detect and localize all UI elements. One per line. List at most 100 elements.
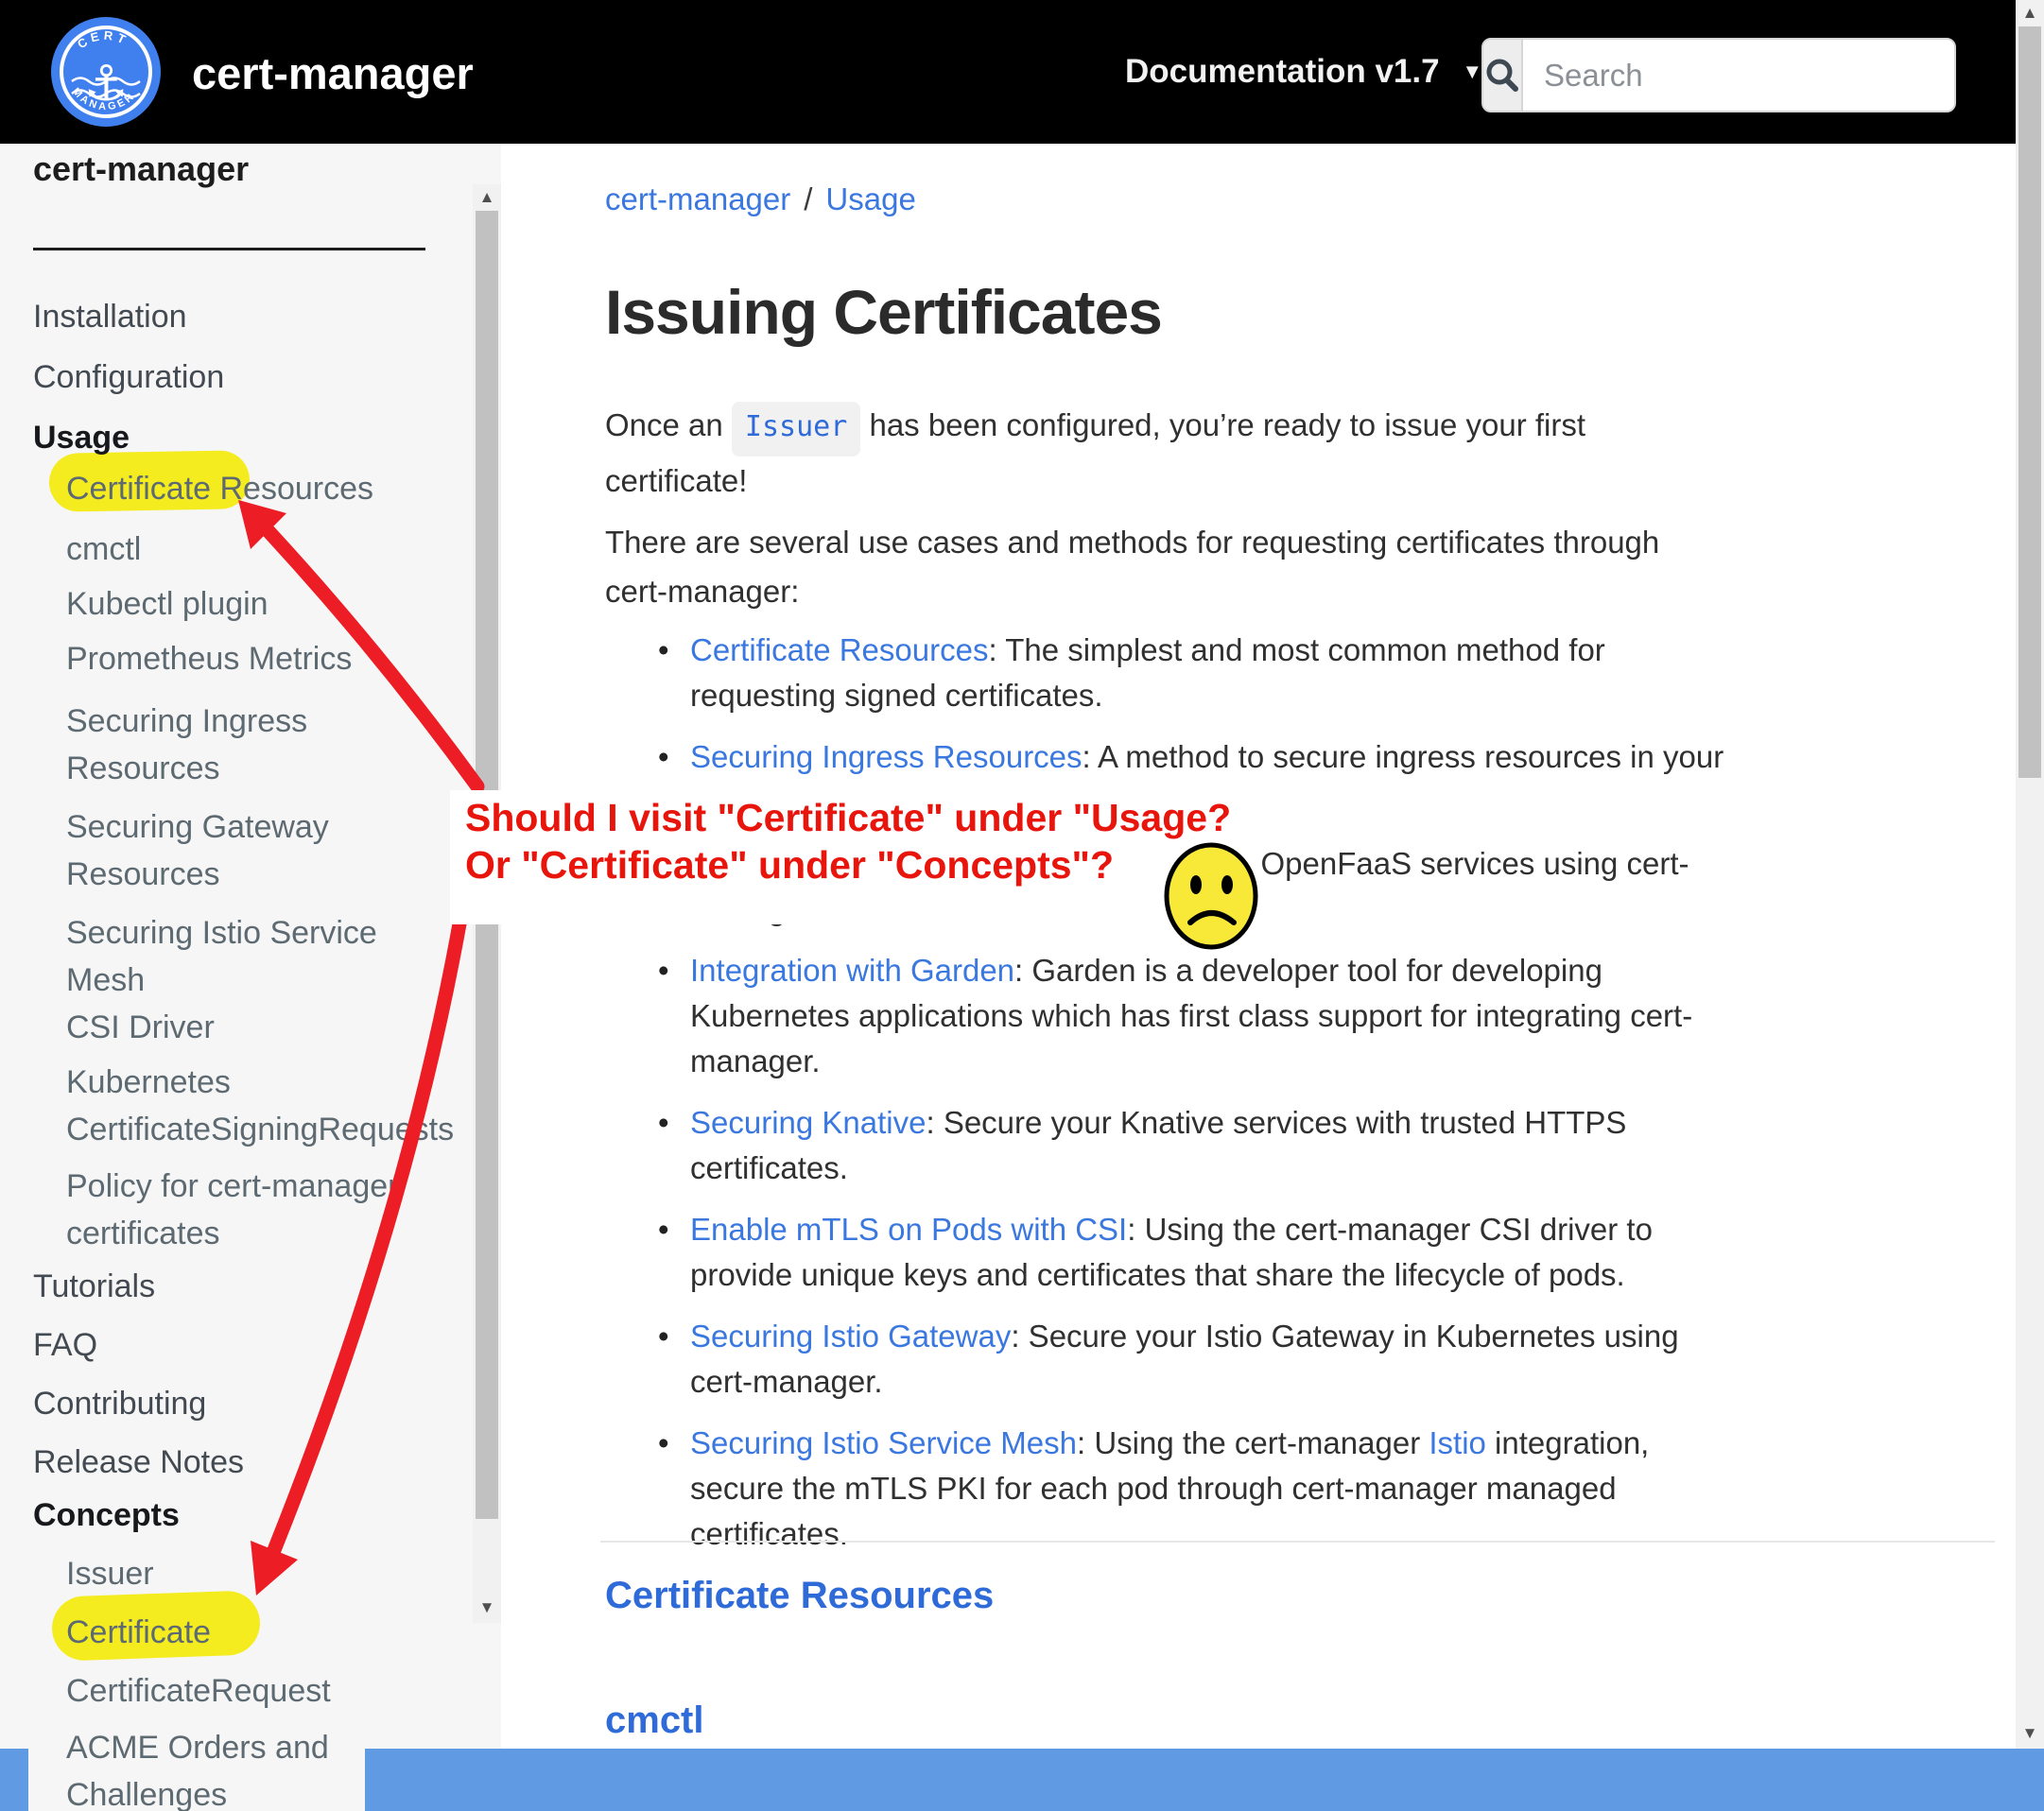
inline-link[interactable]: Certificate Resources — [690, 632, 988, 667]
text-run: provide unique keys and certificates tha… — [690, 1257, 1625, 1292]
text-run: Kubectl plugin — [66, 586, 268, 622]
text-run: Concepts — [33, 1497, 180, 1533]
text-run: has been configured, you’re ready to iss… — [860, 407, 1585, 442]
text-run: There are several use cases and methods … — [605, 525, 1659, 560]
text-run: Prometheus Metrics — [66, 641, 352, 677]
text-run: certificate! — [605, 463, 747, 498]
text-run: Securing Gateway — [66, 809, 329, 845]
text-run: Contributing — [33, 1386, 206, 1422]
sidebar-heading-divider — [33, 248, 425, 250]
text-run: certificates — [66, 1216, 220, 1251]
search-box — [1481, 38, 1956, 112]
search-input[interactable] — [1523, 40, 1956, 111]
sidebar-item-acme-orders-and-challenges[interactable]: ACME Orders and Challenges — [66, 1724, 463, 1811]
usecase-list: Certificate Resources: The simplest and … — [605, 628, 1796, 1573]
text-run: Mesh — [66, 962, 145, 998]
text-run: cert-manager: — [605, 574, 799, 609]
text-run: integration, — [1486, 1425, 1649, 1460]
text-run: : Secure your Istio Gateway in Kubernete… — [1011, 1319, 1678, 1354]
search-icon — [1483, 57, 1521, 95]
usecase-list-item: Enable mTLS on Pods with CSI: Using the … — [605, 1207, 1796, 1298]
sidebar-item-securing-gateway-resources[interactable]: Securing Gateway Resources — [66, 803, 463, 898]
sidebar-item-contributing[interactable]: Contributing — [33, 1380, 430, 1427]
sidebar-item-configuration[interactable]: Configuration — [33, 354, 430, 401]
text-run: Policy for cert-manager — [66, 1168, 398, 1204]
text-run: Resources — [66, 750, 220, 786]
intro-paragraph: Once an Issuer has been configured, you’… — [605, 401, 1585, 506]
text-run: : The simplest and most common method fo… — [988, 632, 1604, 667]
annotation-text: Should I visit "Certificate" under "Usag… — [465, 794, 1231, 888]
section-heading-certificate-resources[interactable]: Certificate Resources — [605, 1575, 994, 1617]
sidebar-item-certificate-resources[interactable]: Certificate Resources — [66, 465, 463, 512]
sidebar-item-faq[interactable]: FAQ — [33, 1321, 430, 1369]
text-run: certificates. — [690, 1150, 848, 1185]
usecase-list-item: Securing Knative: Secure your Knative se… — [605, 1100, 1796, 1191]
usecase-list-item: Securing Istio Service Mesh: Using the c… — [605, 1421, 1796, 1557]
section-divider — [600, 1541, 1995, 1543]
page-vertical-scrollbar[interactable]: ▲ ▼ — [2016, 0, 2044, 1749]
docs-version-label: Documentation v1.7 — [1125, 53, 1440, 90]
chevron-down-icon: ▼ — [1462, 60, 1482, 84]
text-run: Usage — [33, 420, 130, 456]
annotation-line2: Or "Certificate" under "Concepts"? — [465, 841, 1231, 888]
sidebar-item-securing-istio-service-mesh[interactable]: Securing Istio ServiceMesh — [66, 909, 463, 1004]
inline-link[interactable]: Securing Ingress Resources — [690, 739, 1083, 774]
confused-face-icon — [1154, 839, 1268, 953]
inline-link[interactable]: Securing Istio Gateway — [690, 1319, 1011, 1354]
sidebar-nav: cert-manager Installation Configuration Us… — [0, 0, 501, 1811]
text-run: Kubernetes — [66, 1064, 231, 1100]
docs-version-dropdown[interactable]: Documentation v1.7 ▼ — [1125, 53, 1482, 91]
text-run: CertificateRequest — [66, 1673, 331, 1709]
sidebar-item-certificate[interactable]: Certificate — [66, 1609, 463, 1656]
text-run: : Using the cert-manager — [1077, 1425, 1429, 1460]
scroll-down-arrow-icon[interactable]: ▼ — [2016, 1720, 2044, 1747]
text-run: CertificateSigningRequests — [66, 1112, 454, 1147]
text-run: Kubernetes applications which has first … — [690, 998, 1692, 1033]
sidebar-item-prometheus-metrics[interactable]: Prometheus Metrics — [66, 635, 463, 682]
sidebar-item-kubernetes-certificatesigningrequests[interactable]: Kubernetes CertificateSigningRequests — [66, 1059, 463, 1153]
sidebar-item-csi-driver[interactable]: CSI Driver — [66, 1004, 463, 1051]
inline-link[interactable]: Securing Istio Service Mesh — [690, 1425, 1077, 1460]
text-run: manager. — [690, 1043, 821, 1078]
breadcrumb-separator: / — [804, 181, 812, 216]
text-run: Release Notes — [33, 1444, 244, 1480]
text-run: Securing Ingress — [66, 703, 307, 739]
text-run: : Garden is a developer tool for develop… — [1014, 953, 1602, 988]
sidebar-item-kubectl-plugin[interactable]: Kubectl plugin — [66, 580, 463, 628]
inline-link[interactable]: Enable mTLS on Pods with CSI — [690, 1212, 1127, 1247]
sidebar-item-securing-ingress-resources[interactable]: Securing Ingress Resources — [66, 698, 463, 792]
inline-link[interactable]: Usage — [825, 181, 915, 216]
sidebar-item-cmctl[interactable]: cmctl — [66, 526, 463, 573]
sidebar-item-issuer[interactable]: Issuer — [66, 1550, 463, 1597]
sidebar-item-usage[interactable]: Usage — [33, 414, 430, 461]
breadcrumb: cert-manager / Usage — [605, 181, 929, 217]
search-icon-segment — [1483, 40, 1523, 111]
text-run: Resources — [66, 856, 220, 892]
sidebar-heading: cert-manager — [33, 149, 249, 189]
text-run: Tutorials — [33, 1268, 155, 1304]
text-run: : A method to secure ingress resources i… — [1083, 739, 1724, 774]
usecase-list-item: Securing Istio Gateway: Secure your Isti… — [605, 1314, 1796, 1405]
inline-link[interactable]: Securing Knative — [690, 1105, 926, 1140]
inline-link[interactable]: Istio — [1429, 1425, 1486, 1460]
text-run: : Using the cert-manager CSI driver to — [1127, 1212, 1653, 1247]
section-heading-cmctl[interactable]: cmctl — [605, 1699, 704, 1742]
inline-link[interactable]: cert-manager — [605, 181, 790, 216]
sidebar-item-tutorials[interactable]: Tutorials — [33, 1263, 430, 1310]
sidebar-item-concepts[interactable]: Concepts — [33, 1492, 430, 1539]
annotation-line1: Should I visit "Certificate" under "Usag… — [465, 794, 1231, 841]
text-run: : Secure your Knative services with trus… — [926, 1105, 1626, 1140]
scroll-up-arrow-icon[interactable]: ▲ — [2016, 0, 2044, 26]
text-run: cert-manager. — [690, 1364, 883, 1399]
inline-link[interactable]: Integration with Garden — [690, 953, 1014, 988]
page-scrollbar-thumb[interactable] — [2018, 26, 2041, 778]
text-run: ACME Orders and — [66, 1730, 329, 1766]
text-run: FAQ — [33, 1327, 97, 1363]
page: CERT MANAGER ⚓ cert-manager Documentatio… — [0, 0, 2044, 1811]
sidebar-item-installation[interactable]: Installation — [33, 293, 430, 340]
text-run: Configuration — [33, 359, 224, 395]
sidebar-item-certificaterequest[interactable]: CertificateRequest — [66, 1667, 463, 1715]
sidebar-item-release-notes[interactable]: Release Notes — [33, 1439, 430, 1486]
text-run: Challenges — [66, 1777, 227, 1811]
sidebar-item-policy-for-cert-manager-certificates[interactable]: Policy for cert-manager certificates — [66, 1163, 463, 1257]
